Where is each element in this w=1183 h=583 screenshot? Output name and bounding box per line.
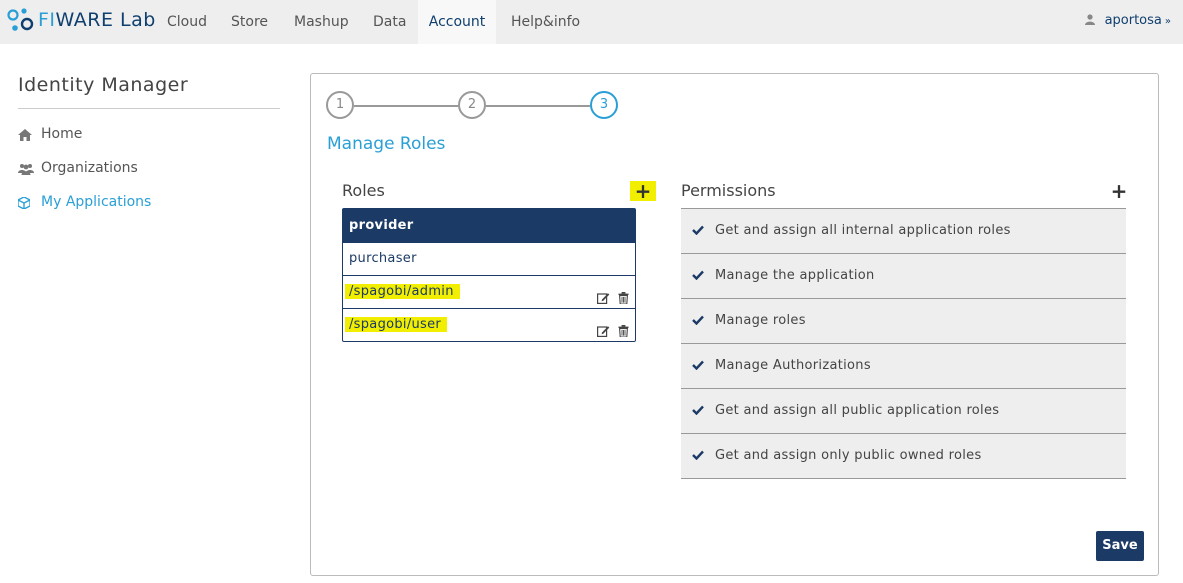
sidebar-title: Identity Manager [18, 74, 280, 109]
check-icon [692, 270, 704, 280]
edit-icon[interactable] [596, 292, 610, 304]
nav-store[interactable]: Store [231, 0, 268, 44]
role-name: purchaser [349, 251, 417, 266]
permission-item[interactable]: Get and assign all internal application … [681, 209, 1126, 254]
edit-icon[interactable] [596, 325, 610, 337]
logo-prefix: FI [38, 9, 56, 31]
wizard-step-1[interactable]: 1 [326, 91, 354, 119]
permission-item[interactable]: Get and assign all public application ro… [681, 389, 1126, 434]
step-connector [354, 105, 458, 107]
page-title: Manage Roles [327, 134, 446, 154]
sidebar-item-label: Organizations [41, 160, 138, 176]
sidebar-item-home[interactable]: Home [18, 117, 280, 151]
home-icon [18, 129, 32, 141]
role-name: /spagobi/user [345, 317, 448, 332]
role-item-spagobi-admin[interactable]: /spagobi/admin [343, 275, 635, 308]
check-icon [692, 360, 704, 370]
permission-label: Manage the application [715, 268, 875, 283]
trash-icon[interactable] [618, 325, 629, 337]
user-icon [1084, 14, 1095, 25]
sidebar-nav: Home Organizations My Applications [18, 117, 280, 219]
role-name: provider [349, 218, 414, 233]
permissions-header: Permissions + [681, 181, 1127, 205]
sidebar-item-label: My Applications [41, 194, 152, 210]
check-icon [692, 450, 704, 460]
save-button[interactable]: Save [1096, 531, 1144, 561]
permission-label: Manage roles [715, 313, 806, 328]
roles-header: Roles + [342, 181, 656, 205]
nav-data[interactable]: Data [373, 0, 406, 44]
permissions-title: Permissions [681, 181, 776, 200]
logo-wordmark: FIWARE Lab [38, 9, 156, 31]
chevron-down-icon: » [1164, 16, 1171, 27]
roles-list: provider purchaser /spagobi/admin /spago… [342, 208, 636, 342]
role-name: /spagobi/admin [345, 284, 460, 299]
nav-account[interactable]: Account [418, 0, 496, 44]
permissions-list: Get and assign all internal application … [681, 208, 1126, 479]
role-item-provider[interactable]: provider [343, 209, 635, 242]
logo-middle: WARE [55, 9, 114, 31]
user-name: aportosa [1104, 13, 1162, 28]
wizard-step-2[interactable]: 2 [458, 91, 486, 119]
step-connector [486, 105, 590, 107]
user-menu[interactable]: aportosa» [1084, 0, 1171, 44]
roles-title: Roles [342, 181, 385, 200]
add-permission-button[interactable]: + [1106, 181, 1132, 201]
permission-label: Get and assign all public application ro… [715, 403, 1000, 418]
role-item-purchaser[interactable]: purchaser [343, 242, 635, 275]
permission-item[interactable]: Manage Authorizations [681, 344, 1126, 389]
top-navbar: FIWARE Lab Cloud Store Mashup Data Accou… [0, 0, 1183, 44]
sidebar: Identity Manager Home Organizations My A… [18, 74, 280, 219]
nav-mashup[interactable]: Mashup [294, 0, 349, 44]
wizard-step-3[interactable]: 3 [590, 91, 618, 119]
sidebar-item-organizations[interactable]: Organizations [18, 151, 280, 185]
manage-roles-panel: 1 2 3 Manage Roles Roles + provider purc… [310, 73, 1159, 576]
permission-item[interactable]: Manage roles [681, 299, 1126, 344]
permission-label: Manage Authorizations [715, 358, 871, 373]
logo-suffix: Lab [113, 9, 156, 31]
check-icon [692, 225, 704, 235]
trash-icon[interactable] [618, 292, 629, 304]
cube-icon [18, 197, 30, 209]
add-role-button[interactable]: + [630, 181, 656, 201]
check-icon [692, 315, 704, 325]
wizard-stepper: 1 2 3 [326, 91, 626, 121]
role-actions [593, 318, 629, 337]
fiware-dots-icon [7, 8, 34, 31]
sidebar-item-label: Home [41, 126, 83, 142]
sidebar-item-my-applications[interactable]: My Applications [18, 185, 280, 219]
nav-cloud[interactable]: Cloud [167, 0, 207, 44]
fiware-lab-logo[interactable]: FIWARE Lab [6, 6, 156, 38]
permission-label: Get and assign all internal application … [715, 223, 1011, 238]
role-actions [593, 285, 629, 304]
permission-item[interactable]: Manage the application [681, 254, 1126, 299]
nav-help-info[interactable]: Help&info [511, 0, 580, 44]
permission-label: Get and assign only public owned roles [715, 448, 982, 463]
check-icon [692, 405, 704, 415]
permission-item[interactable]: Get and assign only public owned roles [681, 434, 1126, 479]
group-icon [18, 164, 34, 175]
role-item-spagobi-user[interactable]: /spagobi/user [343, 308, 635, 341]
